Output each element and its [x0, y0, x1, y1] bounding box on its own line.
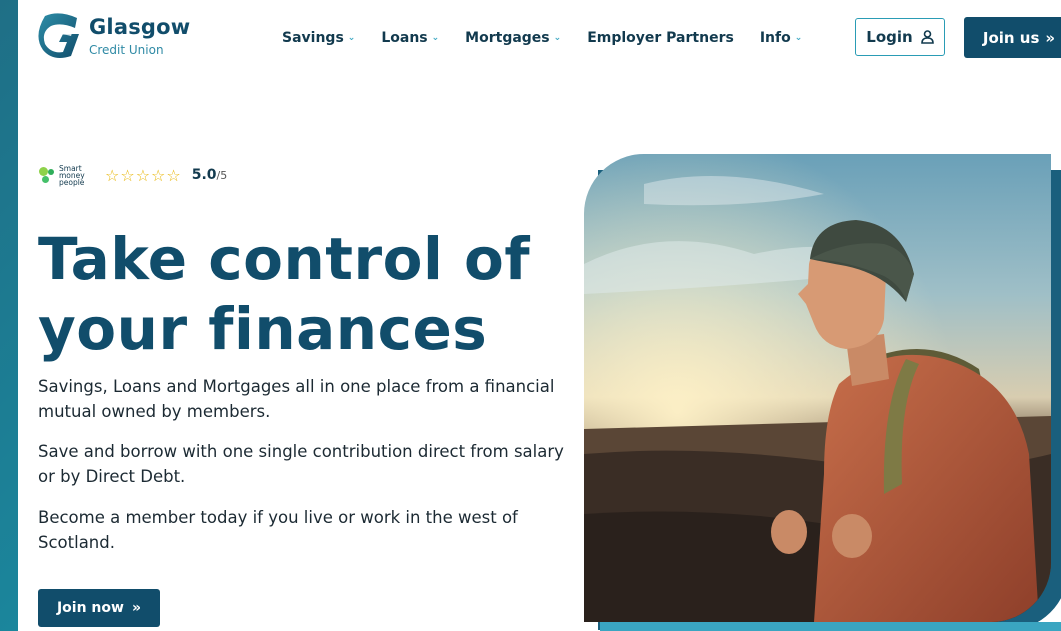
double-chevron-right-icon: » — [1045, 28, 1056, 47]
nav-item-label: Mortgages — [465, 30, 550, 46]
nav-item-label: Loans — [381, 30, 428, 46]
join-us-button[interactable]: Join us » — [964, 17, 1061, 58]
hero-image — [584, 154, 1051, 622]
main-nav: Savings ⌄ Loans ⌄ Mortgages ⌄ Employer P… — [282, 30, 828, 46]
hero-paragraph: Become a member today if you live or wor… — [38, 508, 518, 552]
page: Glasgow Credit Union Savings ⌄ Loans ⌄ M… — [18, 0, 1061, 631]
nav-item-label: Info — [759, 30, 791, 46]
brand-subtitle: Credit Union — [89, 43, 164, 57]
user-icon — [920, 30, 934, 44]
chevron-down-icon: ⌄ — [794, 33, 803, 43]
nav-item-info[interactable]: Info ⌄ — [760, 30, 802, 46]
nav-item-label: Employer Partners — [587, 30, 734, 46]
logo-icon — [38, 13, 79, 58]
hero-paragraph: Save and borrow with one single contribu… — [38, 442, 564, 486]
join-now-button[interactable]: Join now » — [38, 589, 160, 627]
chevron-down-icon: ⌄ — [553, 33, 562, 43]
rating-score: 5.0 — [191, 167, 217, 183]
nav-item-loans[interactable]: Loans ⌄ — [381, 30, 439, 46]
smart-money-people-logo — [39, 164, 57, 186]
nav-item-mortgages[interactable]: Mortgages ⌄ — [465, 30, 561, 46]
nav-item-label: Savings — [282, 30, 344, 46]
chevron-down-icon: ⌄ — [347, 33, 356, 43]
rating-max: /5 — [216, 168, 228, 182]
rating-provider: Smart money people — [59, 163, 85, 187]
brand-name: Glasgow — [89, 15, 191, 39]
star-rating: ☆☆☆☆☆ — [105, 165, 182, 185]
rating-badge[interactable]: Smart money people ☆☆☆☆☆ 5.0 /5 — [39, 164, 227, 186]
logo[interactable]: Glasgow Credit Union — [37, 12, 212, 62]
nav-item-employer-partners[interactable]: Employer Partners — [587, 30, 734, 46]
bottom-accent-bar — [600, 622, 1061, 631]
login-button[interactable]: Login — [855, 18, 945, 56]
login-label: Login — [866, 28, 913, 46]
nav-item-savings[interactable]: Savings ⌄ — [282, 30, 355, 46]
join-now-label: Join now — [56, 600, 124, 616]
hero-illustration — [584, 154, 1051, 622]
join-us-label: Join us — [982, 28, 1040, 47]
hero-paragraph: Savings, Loans and Mortgages all in one … — [38, 377, 555, 421]
hero-headline: Take control of your finances — [38, 225, 531, 363]
chevron-down-icon: ⌄ — [431, 33, 440, 43]
double-chevron-right-icon: » — [131, 600, 142, 616]
